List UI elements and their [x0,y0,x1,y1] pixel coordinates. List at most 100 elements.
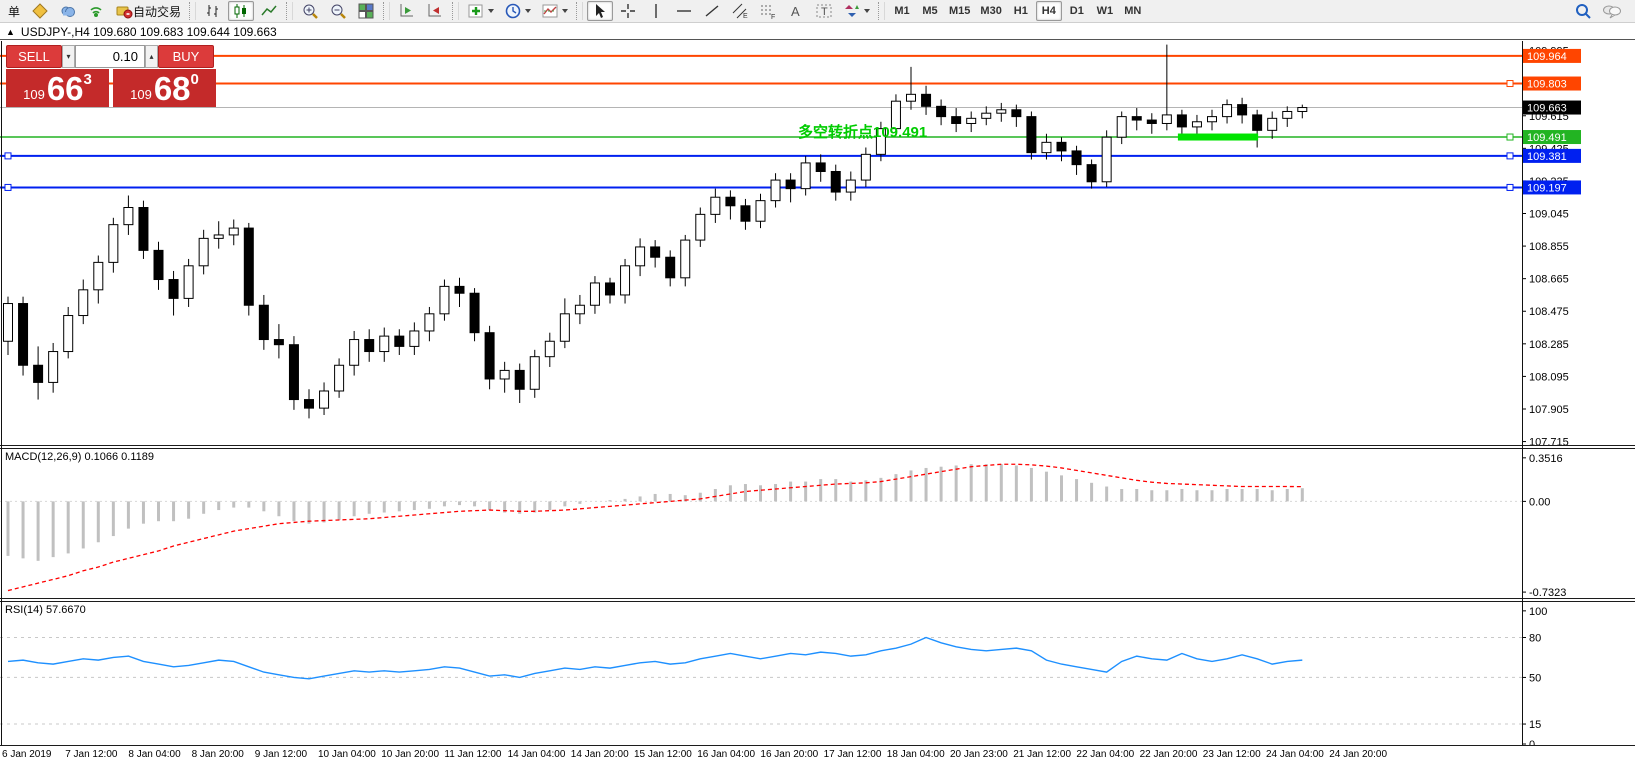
chat-button[interactable] [1598,1,1626,21]
macd-panel[interactable]: 0.35160.00-0.7323 [0,448,1635,598]
tile-windows-button[interactable] [353,1,379,21]
timeframe-m15[interactable]: M15 [945,1,974,21]
bar-chart-icon [204,2,222,20]
panel-divider [0,448,1635,449]
dropdown-arrow-icon[interactable] [864,9,870,13]
timeframe-m5[interactable]: M5 [917,1,943,21]
zoom-in-icon [301,2,319,20]
clock-icon [504,2,522,20]
horizontal-line-button[interactable] [671,1,697,21]
trendline-button[interactable] [699,1,725,21]
label-letter: T [821,6,828,18]
sell-button[interactable]: SELL [6,45,62,68]
panel-divider[interactable] [0,445,1635,446]
arrows-tool-button[interactable] [839,1,874,21]
templates-button[interactable] [537,1,572,21]
rsi-header: RSI(14) 57.6670 [5,604,86,616]
zoom-out-icon [329,2,347,20]
timeframe-d1[interactable]: D1 [1064,1,1090,21]
svg-text:108.095: 108.095 [1529,371,1569,383]
signals-button[interactable] [83,1,109,21]
timeframe-group: M1M5M15M30H1H4D1W1MN [888,1,1147,21]
svg-text:109.197: 109.197 [1527,182,1567,194]
main-price-chart[interactable]: 109.995109.805109.615109.425109.235109.0… [0,41,1635,445]
signal-icon [87,2,105,20]
time-axis-label: 22 Jan 20:00 [1140,749,1198,760]
price-axis-line [1522,41,1523,745]
tile-windows-icon [357,2,375,20]
toolbar-separator [452,2,459,20]
time-axis-label: 14 Jan 20:00 [571,749,629,760]
time-axis-label: 21 Jan 12:00 [1013,749,1071,760]
sell-price-big: 66 [47,72,84,105]
cloud-icon [59,2,77,20]
mt4-window: 单 自动交易 [0,0,1635,763]
time-axis[interactable]: 6 Jan 20197 Jan 12:008 Jan 04:008 Jan 20… [0,746,1635,763]
toolbar-separator [383,2,390,20]
equidistant-channel-button[interactable]: E [727,1,753,21]
svg-text:109.491: 109.491 [1527,132,1567,144]
periods-button[interactable] [500,1,535,21]
timeframe-m1[interactable]: M1 [889,1,915,21]
metaeditor-button[interactable] [27,1,53,21]
zoom-in-button[interactable] [297,1,323,21]
timeframe-m30[interactable]: M30 [976,1,1005,21]
line-chart-icon [260,2,278,20]
timeframe-h1[interactable]: H1 [1008,1,1034,21]
crosshair-button[interactable] [615,1,641,21]
new-order-button[interactable]: 单 [3,1,25,21]
time-axis-label: 16 Jan 04:00 [697,749,755,760]
cursor-button[interactable] [587,1,613,21]
zoom-out-button[interactable] [325,1,351,21]
rsi-panel[interactable]: 1008050150 [0,601,1635,745]
vertical-line-button[interactable] [643,1,669,21]
svg-text:15: 15 [1529,719,1541,731]
svg-text:0.00: 0.00 [1529,496,1550,508]
volume-increase-button[interactable]: ▴ [145,45,158,68]
indicators-button[interactable] [463,1,498,21]
text-label-button[interactable]: T [811,1,837,21]
time-axis-label: 24 Jan 20:00 [1329,749,1387,760]
time-axis-label: 6 Jan 2019 [2,749,52,760]
svg-text:50: 50 [1529,672,1541,684]
auto-trading-button[interactable]: 自动交易 [111,1,185,21]
fibonacci-button[interactable]: F [755,1,781,21]
text-letter: A [791,4,800,19]
time-axis-label: 8 Jan 04:00 [128,749,180,760]
text-tool-button[interactable]: A [783,1,809,21]
buy-price-small: 109 [130,85,152,105]
chart-shift-button[interactable] [422,1,448,21]
time-axis-label: 7 Jan 12:00 [65,749,117,760]
vertical-line-icon [647,2,665,20]
bar-chart-button[interactable] [200,1,226,21]
time-axis-label: 10 Jan 04:00 [318,749,376,760]
candlestick-chart-button[interactable] [228,1,254,21]
text-icon: A [787,2,805,20]
svg-text:107.905: 107.905 [1529,404,1569,416]
volume-decrease-button[interactable]: ▾ [62,45,75,68]
timeframe-w1[interactable]: W1 [1092,1,1118,21]
toolbar-separator [878,2,885,20]
timeframe-mn[interactable]: MN [1120,1,1146,21]
auto-scroll-button[interactable] [394,1,420,21]
panel-divider[interactable] [0,598,1635,599]
add-indicator-icon [467,2,485,20]
buy-price-box[interactable]: 109680 [113,69,216,107]
buy-button[interactable]: BUY [158,45,214,68]
collapse-icon[interactable]: ▲ [6,27,15,37]
svg-text:107.715: 107.715 [1529,437,1569,449]
dropdown-arrow-icon[interactable] [488,9,494,13]
auto-scroll-icon [398,2,416,20]
toolbar: 单 自动交易 [0,0,1635,23]
sell-price-sup: 3 [84,72,92,87]
macd-header: MACD(12,26,9) 0.1066 0.1189 [5,451,154,463]
line-chart-button[interactable] [256,1,282,21]
dropdown-arrow-icon[interactable] [562,9,568,13]
cloud-button[interactable] [55,1,81,21]
time-axis-label: 14 Jan 04:00 [508,749,566,760]
search-button[interactable] [1570,1,1596,21]
timeframe-h4[interactable]: H4 [1036,1,1062,21]
sell-price-box[interactable]: 109663 [6,69,109,107]
dropdown-arrow-icon[interactable] [525,9,531,13]
volume-input[interactable] [75,45,145,68]
